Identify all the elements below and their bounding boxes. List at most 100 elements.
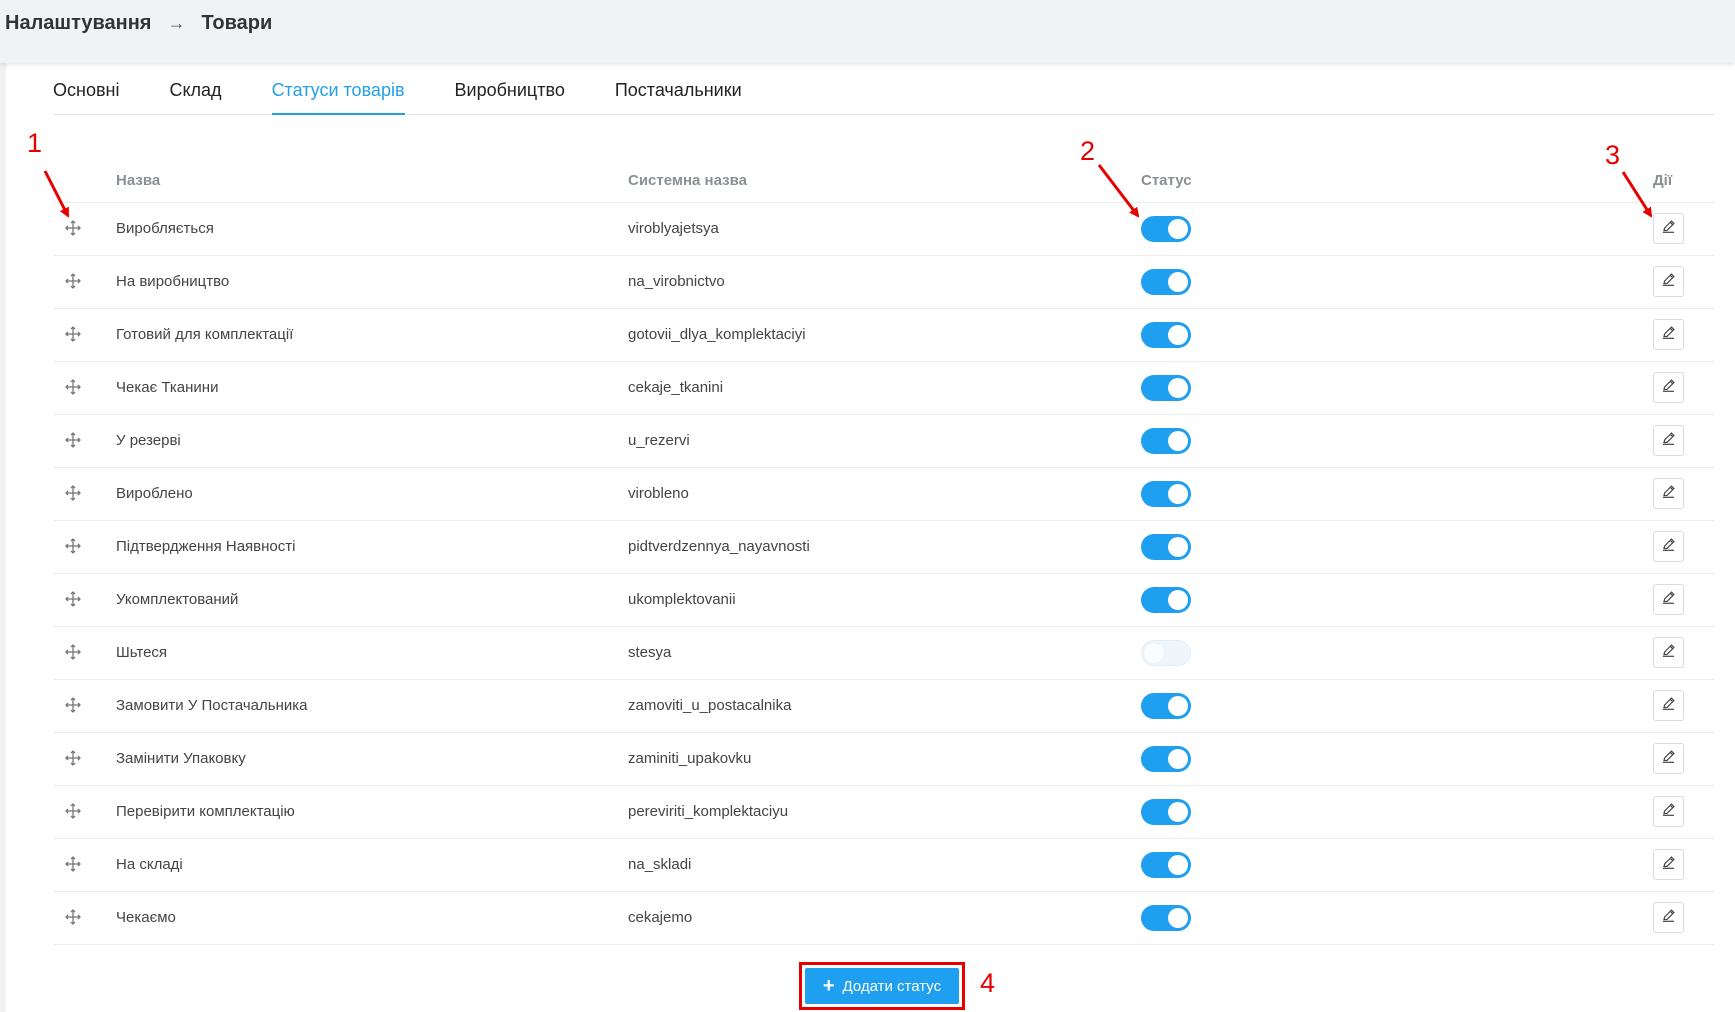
actions-cell <box>1653 637 1684 668</box>
tab-main[interactable]: Основні <box>53 72 119 113</box>
edit-button[interactable] <box>1653 372 1684 403</box>
status-toggle[interactable] <box>1141 852 1191 878</box>
edit-button[interactable] <box>1653 743 1684 774</box>
table-row: На виробництво na_virobnictvo <box>53 256 1715 309</box>
toggle-knob <box>1168 696 1188 716</box>
status-toggle[interactable] <box>1141 640 1191 666</box>
status-toggle[interactable] <box>1141 269 1191 295</box>
drag-handle-icon[interactable] <box>64 219 82 237</box>
table-row: У резерві u_rezervi <box>53 415 1715 468</box>
pencil-icon <box>1661 908 1676 927</box>
edit-button[interactable] <box>1653 266 1684 297</box>
actions-cell <box>1653 319 1684 350</box>
status-toggle[interactable] <box>1141 481 1191 507</box>
edit-button[interactable] <box>1653 425 1684 456</box>
toggle-knob <box>1168 272 1188 292</box>
tab-production[interactable]: Виробництво <box>455 72 565 113</box>
status-name: Підтвердження Наявності <box>116 538 296 555</box>
toggle-knob <box>1168 484 1188 504</box>
annotation-number: 4 <box>980 968 996 998</box>
pencil-icon <box>1661 590 1676 609</box>
drag-handle-icon[interactable] <box>64 272 82 290</box>
edit-button[interactable] <box>1653 849 1684 880</box>
status-name: Замовити У Постачальника <box>116 697 308 714</box>
status-cell <box>1141 746 1191 772</box>
actions-cell <box>1653 531 1684 562</box>
drag-handle-icon[interactable] <box>64 590 82 608</box>
status-cell <box>1141 640 1191 666</box>
pencil-icon <box>1661 855 1676 874</box>
table-row: Шьтеся stesya <box>53 627 1715 680</box>
drag-handle-icon[interactable] <box>64 484 82 502</box>
toggle-knob <box>1168 749 1188 769</box>
annotation-number: 2 <box>1080 136 1096 166</box>
pencil-icon <box>1661 643 1676 662</box>
edit-button[interactable] <box>1653 478 1684 509</box>
status-cell <box>1141 216 1191 242</box>
status-system-name: zaminiti_upakovku <box>628 750 752 767</box>
edit-button[interactable] <box>1653 796 1684 827</box>
breadcrumb-parent[interactable]: Налаштування <box>5 12 151 35</box>
settings-tabs: Основні Склад Статуси товарів Виробництв… <box>53 72 1715 115</box>
drag-handle-icon[interactable] <box>64 431 82 449</box>
left-rail <box>0 63 6 1012</box>
header-system-name: Системна назва <box>628 172 747 189</box>
status-cell <box>1141 587 1191 613</box>
status-toggle[interactable] <box>1141 746 1191 772</box>
toggle-knob <box>1144 643 1164 663</box>
edit-button[interactable] <box>1653 637 1684 668</box>
status-toggle[interactable] <box>1141 534 1191 560</box>
drag-handle-icon[interactable] <box>64 749 82 767</box>
status-name: Перевірити комплектацію <box>116 803 295 820</box>
table-row: Замовити У Постачальника zamoviti_u_posta… <box>53 680 1715 733</box>
status-system-name: zamoviti_u_postacalnika <box>628 697 792 714</box>
status-cell <box>1141 852 1191 878</box>
edit-button[interactable] <box>1653 690 1684 721</box>
table-row: На складі na_skladi <box>53 839 1715 892</box>
status-toggle[interactable] <box>1141 216 1191 242</box>
drag-handle-icon[interactable] <box>64 325 82 343</box>
plus-icon: + <box>822 975 835 997</box>
drag-handle-icon[interactable] <box>64 378 82 396</box>
toggle-knob <box>1168 537 1188 557</box>
status-cell <box>1141 269 1191 295</box>
status-toggle[interactable] <box>1141 905 1191 931</box>
drag-handle-icon[interactable] <box>64 802 82 820</box>
status-name: Шьтеся <box>116 644 168 661</box>
edit-button[interactable] <box>1653 319 1684 350</box>
table-row: Перевірити комплектацію pereviriti_komple… <box>53 786 1715 839</box>
tab-suppliers[interactable]: Постачальники <box>615 72 742 113</box>
status-system-name: pereviriti_komplektaciyu <box>628 803 789 820</box>
status-toggle[interactable] <box>1141 587 1191 613</box>
status-cell <box>1141 905 1191 931</box>
status-name: Виробляється <box>116 220 214 237</box>
tab-warehouse[interactable]: Склад <box>169 72 221 113</box>
tab-product-statuses[interactable]: Статуси товарів <box>271 72 405 115</box>
pencil-icon <box>1661 802 1676 821</box>
status-toggle[interactable] <box>1141 693 1191 719</box>
add-status-button[interactable]: + Додати статус <box>805 968 959 1004</box>
pencil-icon <box>1661 537 1676 556</box>
edit-button[interactable] <box>1653 213 1684 244</box>
status-toggle[interactable] <box>1141 428 1191 454</box>
edit-button[interactable] <box>1653 531 1684 562</box>
drag-handle-icon[interactable] <box>64 855 82 873</box>
edit-button[interactable] <box>1653 584 1684 615</box>
drag-handle-icon[interactable] <box>64 908 82 926</box>
edit-button[interactable] <box>1653 902 1684 933</box>
table-row: Чекаємо cekajemo <box>53 892 1715 945</box>
status-toggle[interactable] <box>1141 799 1191 825</box>
status-toggle[interactable] <box>1141 375 1191 401</box>
drag-handle-icon[interactable] <box>64 696 82 714</box>
pencil-icon <box>1661 219 1676 238</box>
actions-cell <box>1653 478 1684 509</box>
pencil-icon <box>1661 272 1676 291</box>
toggle-knob <box>1168 855 1188 875</box>
add-status-label: Додати статус <box>842 977 942 995</box>
table-body: Виробляється viroblyajetsya На виробництво… <box>53 203 1715 945</box>
actions-cell <box>1653 849 1684 880</box>
status-toggle[interactable] <box>1141 322 1191 348</box>
status-system-name: ukomplektovanii <box>628 591 736 608</box>
drag-handle-icon[interactable] <box>64 643 82 661</box>
drag-handle-icon[interactable] <box>64 537 82 555</box>
